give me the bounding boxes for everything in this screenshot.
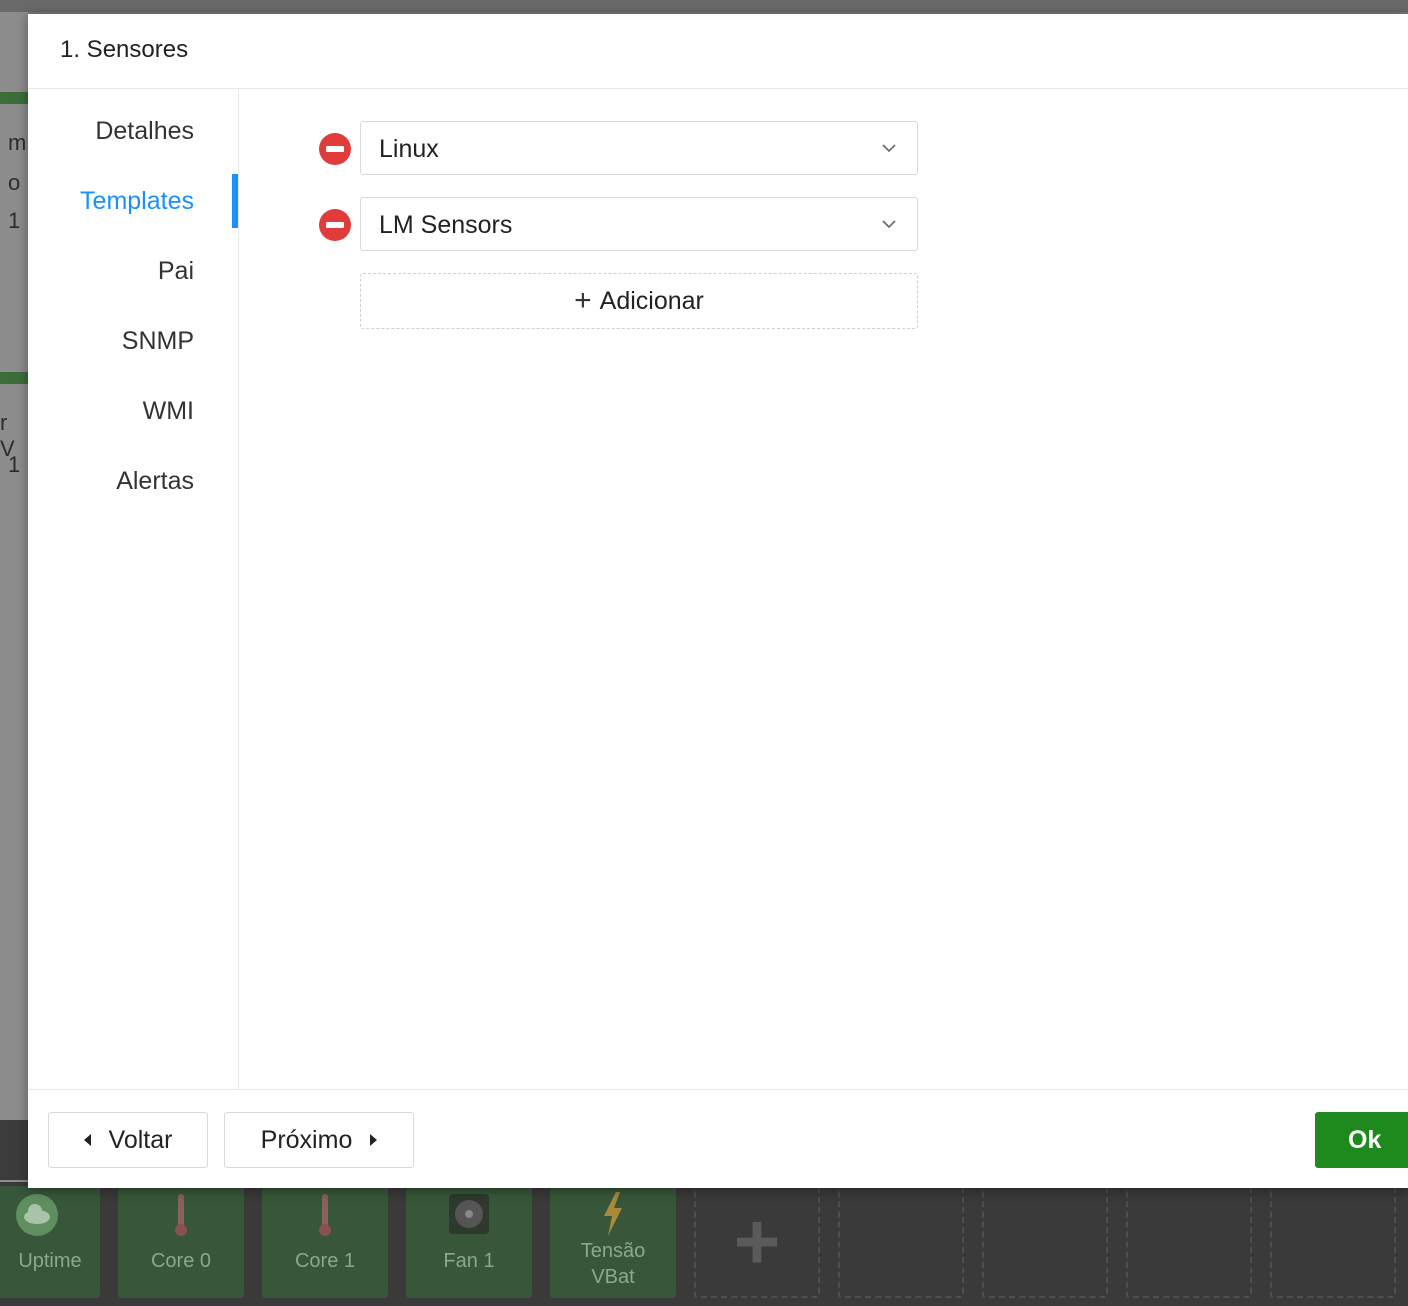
sensor-tile-vbat: Tensão VBat [550,1186,676,1298]
next-button[interactable]: Próximo [224,1112,414,1168]
empty-tile [1270,1186,1396,1298]
template-row: LM Sensors [319,197,919,253]
remove-circle-icon[interactable] [319,209,351,241]
chevron-down-icon [882,144,896,153]
background-text-fragment: o [8,170,21,195]
add-sensor-tile: + [694,1186,820,1298]
tile-label: Tensão VBat [580,1240,646,1288]
sensor-dialog: 1. Sensores Detalhes Templates Pai SNMP … [28,14,1408,1188]
empty-tile [982,1186,1108,1298]
plus-icon: + [574,284,592,317]
back-button[interactable]: Voltar [48,1112,208,1168]
remove-circle-icon[interactable] [319,133,351,165]
tile-label: Fan 1 [443,1250,495,1272]
background-text-fragment: 1 [8,452,21,477]
template-select-value: Linux [379,135,439,163]
nav-item-alertas[interactable]: Alertas [116,467,194,496]
background-left-panel: m o 1 r V 1 [0,12,28,1182]
background-sensor-tiles: Uptime Core 0 Core 1 Fan 1 Tensão VBat + [0,1182,1408,1306]
ok-button-label: Ok [1348,1125,1382,1154]
sensor-tile-fan1: Fan 1 [406,1186,532,1298]
back-button-label: Voltar [108,1125,173,1154]
ok-button[interactable]: Ok [1315,1112,1408,1168]
thermometer-icon [171,1192,191,1244]
dialog-title: 1. Sensores [60,36,189,63]
thermometer-icon [315,1192,335,1244]
background-green-bar [0,372,28,384]
tile-label: Uptime [18,1250,82,1272]
template-select[interactable]: LM Sensors [360,197,918,251]
background-text-fragment: m [8,130,27,155]
empty-tile [838,1186,964,1298]
fan-icon [447,1192,491,1242]
add-template-label: Adicionar [599,287,704,315]
template-select-value: LM Sensors [379,211,513,239]
background-text-fragment: 1 [8,208,21,233]
empty-tile [1126,1186,1252,1298]
template-row: Linux [319,121,919,177]
sensor-tile-core0: Core 0 [118,1186,244,1298]
active-tab-indicator [232,174,238,228]
dialog-footer: Voltar Próximo Ok [28,1089,1408,1189]
caret-left-icon [83,1134,91,1146]
nav-item-snmp[interactable]: SNMP [122,327,194,356]
nav-item-wmi[interactable]: WMI [143,397,194,426]
background-dark-bar [0,1120,28,1180]
tile-label: Core 0 [150,1250,212,1272]
dialog-header: 1. Sensores [28,14,1408,89]
nav-item-detalhes[interactable]: Detalhes [95,117,194,146]
next-button-label: Próximo [260,1125,353,1154]
templates-panel: Linux LM Sensors + Adicionar [239,89,1408,1089]
plus-icon: + [733,1197,781,1286]
chevron-down-icon [882,220,896,229]
background-green-bar [0,92,28,104]
background-top-bar [0,0,1408,12]
nav-item-templates[interactable]: Templates [80,187,194,216]
sensor-tile-uptime: Uptime [0,1186,100,1298]
dialog-side-nav: Detalhes Templates Pai SNMP WMI Alertas [28,89,239,1089]
nav-item-pai[interactable]: Pai [158,257,194,286]
tile-label: Core 1 [294,1250,356,1272]
cloud-icon [14,1192,60,1244]
add-template-button[interactable]: + Adicionar [360,273,918,329]
sensor-tile-core1: Core 1 [262,1186,388,1298]
template-select[interactable]: Linux [360,121,918,175]
lightning-icon [600,1192,626,1242]
caret-right-icon [370,1134,378,1146]
